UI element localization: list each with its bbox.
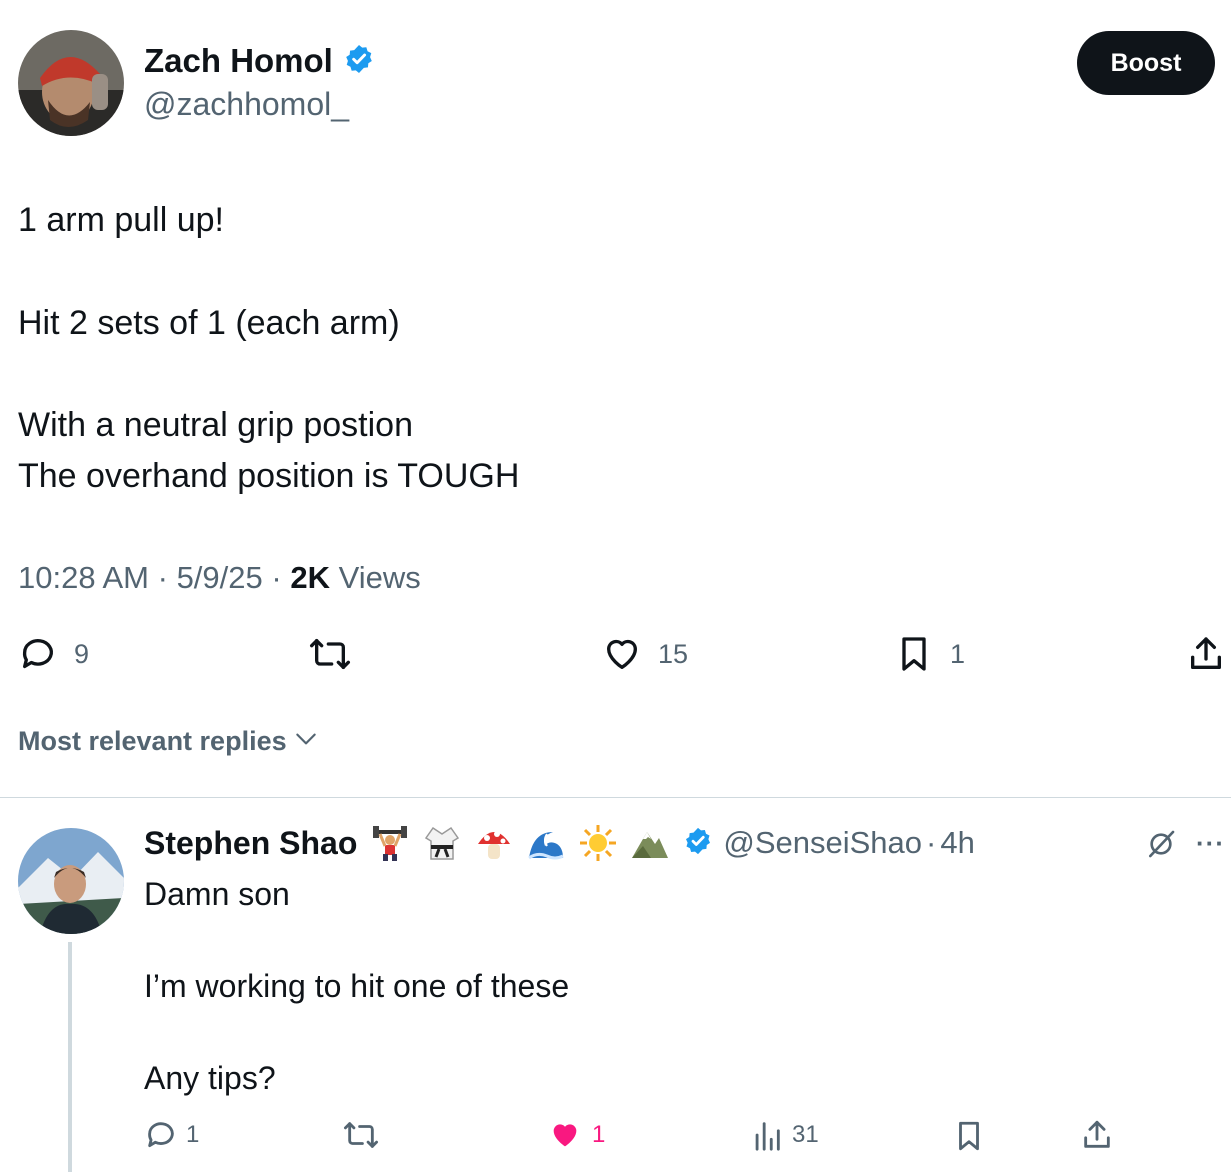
tweet-date[interactable]: 5/9/25 [177,560,263,595]
like-button[interactable]: 15 [602,634,688,674]
tweet-time[interactable]: 10:28 AM [18,560,149,595]
reply-reply-count: 1 [186,1121,200,1148]
wave-emoji-icon [527,824,565,862]
views-count: 2K [290,560,330,595]
tweet-meta: 10:28 AM · 5/9/25 · 2K Views [18,560,421,596]
reply-button[interactable]: 9 [18,634,89,674]
bookmark-icon [952,1118,986,1154]
tweet-text-line: The overhand position is TOUGH [18,457,520,495]
boost-button[interactable]: Boost [1077,31,1215,95]
replies-sort-label: Most relevant replies [18,726,287,756]
views-label: Views [338,560,421,595]
mushroom-emoji-icon [475,824,513,862]
share-icon [1186,634,1226,674]
reply-like-button[interactable]: 1 [548,1118,605,1152]
meta-separator: · [926,825,937,860]
tweet-text-line: 1 arm pull up! [18,201,224,239]
like-count: 15 [658,638,689,669]
heart-filled-icon [548,1118,582,1152]
martial-arts-uniform-emoji-icon [423,824,461,862]
meta-separator: · [271,560,282,595]
reply-bookmark-button[interactable] [952,1118,986,1154]
share-button[interactable] [1186,634,1226,674]
reply-repost-button[interactable] [342,1118,380,1152]
repost-icon [342,1118,380,1152]
reply-views-count: 31 [792,1121,819,1148]
reply-like-count: 1 [592,1121,606,1148]
weightlifter-emoji-icon [371,824,409,862]
reply-text-line: Damn son [144,876,290,912]
repost-button[interactable] [308,634,352,674]
author-handle[interactable]: @zachhomol_ [144,86,349,123]
reply-text-line: Any tips? [144,1060,276,1096]
chevron-down-icon [293,726,319,757]
heart-icon [602,634,642,674]
bookmark-icon [894,634,934,674]
replies-sort-dropdown[interactable]: Most relevant replies [18,726,319,757]
thread-line [68,942,72,1172]
divider [0,797,1231,798]
verified-badge-icon [343,43,375,80]
grok-icon[interactable] [1145,828,1177,865]
verified-badge-icon [683,826,713,861]
share-icon [1080,1118,1114,1152]
mountain-emoji-icon [631,824,669,862]
reply-views-button[interactable]: 31 [752,1118,819,1152]
tweet-text-line: With a neutral grip postion [18,406,413,444]
analytics-icon [752,1118,782,1152]
reply-author-handle[interactable]: @SenseiShao [723,825,922,861]
reply-reply-button[interactable]: 1 [144,1118,199,1152]
tweet-text-line: Hit 2 sets of 1 (each arm) [18,304,400,342]
more-options-icon[interactable]: ··· [1196,828,1225,859]
reply-text-line: I’m working to hit one of these [144,968,570,1004]
reply-author-name[interactable]: Stephen Shao [144,825,357,862]
reply-author-avatar[interactable] [18,828,124,934]
reply-count: 9 [74,638,90,669]
sun-emoji-icon [579,824,617,862]
reply-icon [18,634,58,674]
author-name[interactable]: Zach Homol [144,42,333,80]
repost-icon [308,634,352,674]
bookmark-count: 1 [950,638,966,669]
reply-icon [144,1118,178,1152]
reply-time[interactable]: 4h [940,825,974,861]
bookmark-button[interactable]: 1 [894,634,965,674]
reply-share-button[interactable] [1080,1118,1114,1152]
author-avatar[interactable] [18,30,124,136]
meta-separator: · [157,560,168,595]
